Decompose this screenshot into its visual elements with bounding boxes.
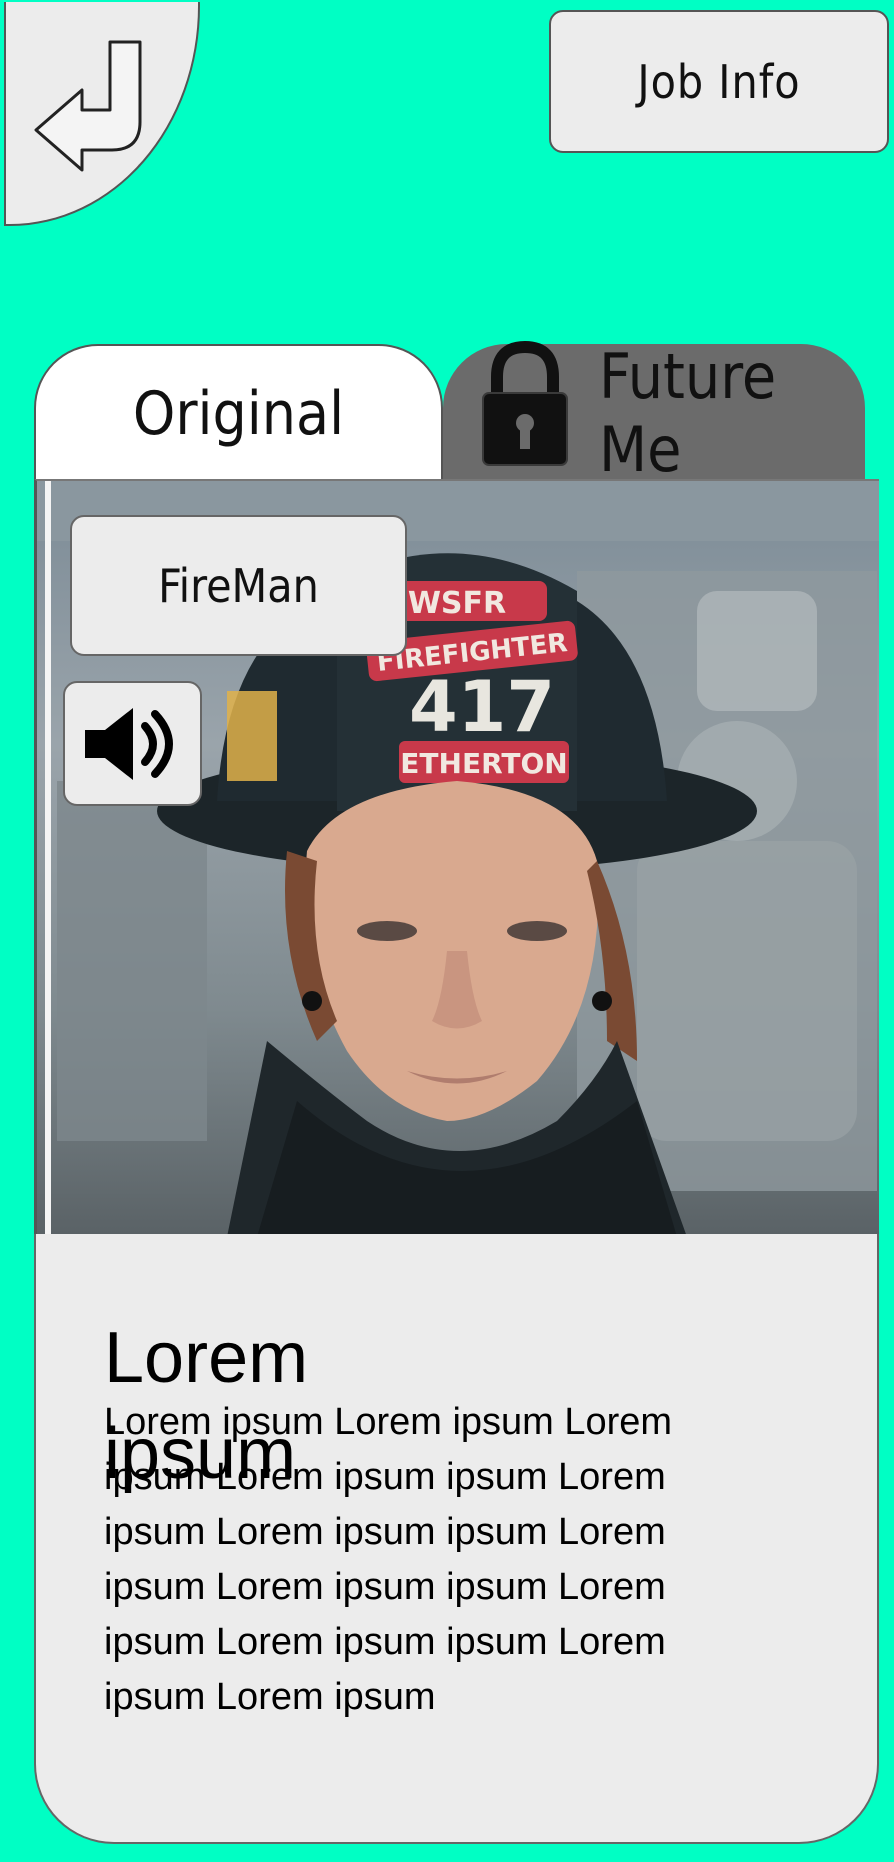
back-button[interactable] (4, 2, 200, 226)
job-title-label: FireMan (70, 515, 407, 656)
card-body-text: Lorem ipsum Lorem ipsum Lorem ipsum Lore… (104, 1401, 673, 1718)
return-arrow-icon (34, 40, 142, 172)
helmet-text-number: 417 (409, 666, 555, 748)
photo-border-stripe (45, 481, 51, 1235)
job-info-button[interactable]: Job Info (549, 10, 889, 153)
helmet-text-wsfr: WSFR (408, 586, 506, 621)
lock-icon (479, 340, 571, 484)
tab-future-me[interactable]: Future Me (443, 340, 865, 486)
play-audio-button[interactable] (63, 681, 202, 806)
speaker-icon (84, 707, 173, 780)
helmet-text-name: ETHERTON (400, 747, 567, 780)
tab-original[interactable]: Original (34, 344, 443, 481)
tab-future-me-label: Future Me (599, 339, 777, 486)
tab-original-label: Original (132, 378, 345, 449)
